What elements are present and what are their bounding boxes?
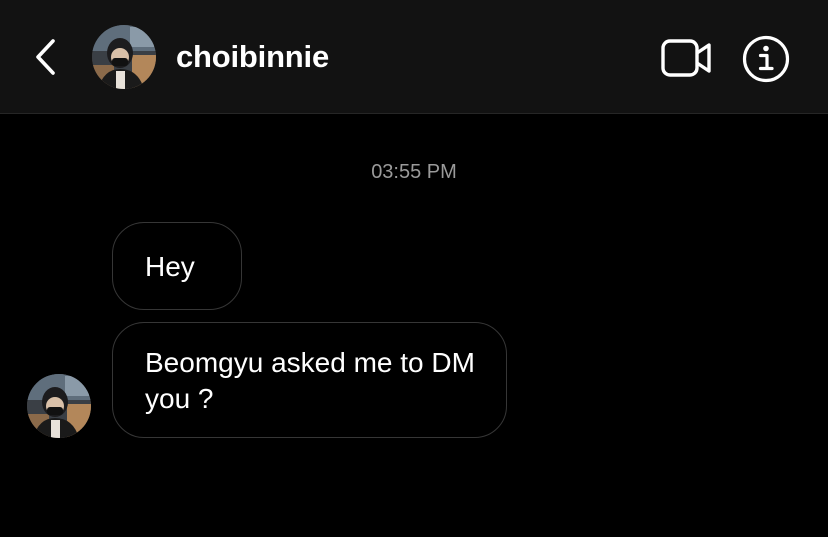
username[interactable]: choibinnie	[176, 38, 329, 76]
header-avatar[interactable]	[92, 25, 156, 89]
message-timestamp: 03:55 PM	[371, 161, 457, 183]
back-button[interactable]	[26, 34, 66, 80]
message-text: Beomgyu asked me to DM you ?	[145, 347, 475, 414]
profile-photo	[92, 25, 156, 89]
profile-photo	[27, 374, 91, 438]
info-icon	[742, 35, 790, 83]
info-button[interactable]	[741, 35, 791, 83]
video-call-icon	[661, 39, 711, 77]
message-bubble[interactable]: Hey	[112, 222, 242, 310]
video-call-button[interactable]	[660, 38, 714, 78]
chevron-left-icon	[36, 39, 55, 75]
dm-thread-screen: choibinnie 03:55 PM Hey Beomgyu asked me…	[0, 0, 828, 537]
message-text: Hey	[145, 251, 195, 282]
message-bubble[interactable]: Beomgyu asked me to DM you ?	[112, 322, 507, 438]
sender-avatar[interactable]	[27, 374, 91, 438]
thread-header: choibinnie	[0, 0, 828, 114]
